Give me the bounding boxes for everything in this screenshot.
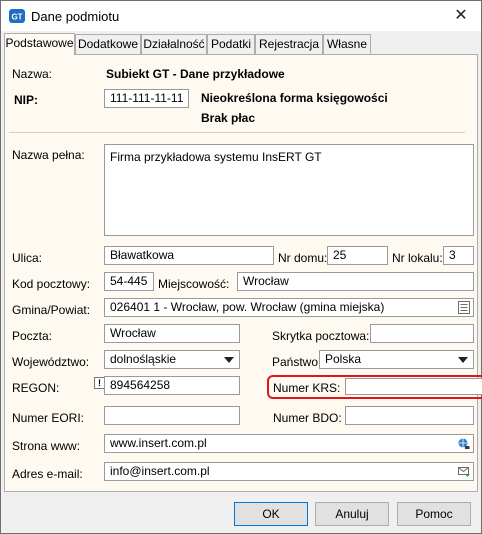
nr-domu-field[interactable]: 25: [327, 246, 388, 265]
nazwa-value: Subiekt GT - Dane przykładowe: [106, 67, 285, 81]
chevron-down-icon[interactable]: [224, 357, 234, 363]
tab-rejestracja[interactable]: Rejestracja: [255, 34, 323, 54]
poczta-field[interactable]: Wrocław: [104, 324, 240, 343]
nazwa-label: Nazwa:: [12, 67, 53, 81]
miejscowosc-field[interactable]: Wrocław: [237, 272, 474, 291]
panstwo-select[interactable]: Polska: [319, 350, 474, 369]
title-bar: GT Dane podmiotu ✕: [1, 1, 481, 31]
nr-domu-label: Nr domu:: [278, 251, 328, 265]
app-icon: GT: [9, 9, 25, 23]
poczta-label: Poczta:: [12, 329, 53, 343]
close-icon[interactable]: ✕: [451, 6, 471, 26]
skrytka-label: Skrytka pocztowa:: [272, 329, 370, 343]
tab-dodatkowe[interactable]: Dodatkowe: [75, 34, 141, 54]
eori-label: Numer EORI:: [12, 411, 85, 425]
www-value: www.insert.com.pl: [110, 436, 207, 450]
divider: [9, 132, 465, 133]
panstwo-label: Państwo:: [272, 355, 322, 369]
email-field[interactable]: info@insert.com.pl: [104, 462, 474, 481]
gmina-label: Gmina/Powiat:: [12, 303, 91, 317]
ulica-label: Ulica:: [12, 251, 43, 265]
nr-lokalu-label: Nr lokalu:: [392, 251, 443, 265]
gmina-value: 026401 1 - Wrocław, pow. Wrocław (gmina …: [110, 300, 385, 314]
place-status: Brak płac: [201, 111, 256, 125]
skrytka-field[interactable]: [370, 324, 474, 343]
help-button[interactable]: Pomoc: [397, 502, 471, 526]
dialog-window: GT Dane podmiotu ✕ Podstawowe Dodatkowe …: [0, 0, 482, 534]
window-title: Dane podmiotu: [31, 9, 120, 24]
www-field[interactable]: www.insert.com.pl: [104, 434, 474, 453]
nazwa-pelna-label: Nazwa pełna:: [12, 148, 85, 162]
eori-field[interactable]: [104, 406, 240, 425]
gmina-field[interactable]: 026401 1 - Wrocław, pow. Wrocław (gmina …: [104, 298, 474, 317]
kod-pocztowy-label: Kod pocztowy:: [12, 277, 91, 291]
tab-dzialalnosc[interactable]: Działalność: [141, 34, 207, 54]
send-mail-icon[interactable]: [458, 465, 470, 478]
regon-label: REGON:: [12, 381, 60, 395]
krs-label: Numer KRS:: [273, 381, 341, 395]
forma-ksiegowosci: Nieokreślona forma księgowości: [201, 91, 388, 105]
nip-label: NIP:: [14, 93, 38, 107]
cancel-button[interactable]: Anuluj: [315, 502, 389, 526]
email-value: info@insert.com.pl: [110, 464, 210, 478]
tab-wlasne[interactable]: Własne: [323, 34, 371, 54]
wojewodztwo-label: Województwo:: [12, 355, 90, 369]
globe-icon[interactable]: [458, 437, 470, 450]
bdo-field[interactable]: [345, 406, 474, 425]
bdo-label: Numer BDO:: [273, 411, 342, 425]
ok-button[interactable]: OK: [234, 502, 308, 526]
panstwo-value: Polska: [325, 352, 362, 366]
nip-field[interactable]: 111-111-11-11: [104, 89, 189, 108]
tab-podstawowe[interactable]: Podstawowe: [4, 33, 75, 55]
svg-text:GT: GT: [11, 13, 22, 22]
tab-podatki[interactable]: Podatki: [207, 34, 255, 54]
wojewodztwo-select[interactable]: dolnośląskie: [104, 350, 240, 369]
wojewodztwo-value: dolnośląskie: [110, 352, 177, 366]
www-label: Strona www:: [12, 439, 81, 453]
kod-pocztowy-field[interactable]: 54-445: [104, 272, 154, 291]
nazwa-pelna-textarea[interactable]: Firma przykładowa systemu InsERT GT: [104, 144, 474, 236]
regon-field[interactable]: 894564258: [104, 376, 240, 395]
nr-lokalu-field[interactable]: 3: [443, 246, 474, 265]
list-picker-icon[interactable]: [458, 301, 470, 314]
chevron-down-icon[interactable]: [458, 357, 468, 363]
krs-field[interactable]: [345, 378, 482, 395]
miejscowosc-label: Miejscowość:: [158, 277, 230, 291]
email-label: Adres e-mail:: [12, 467, 83, 481]
ulica-field[interactable]: Bławatkowa: [104, 246, 274, 265]
